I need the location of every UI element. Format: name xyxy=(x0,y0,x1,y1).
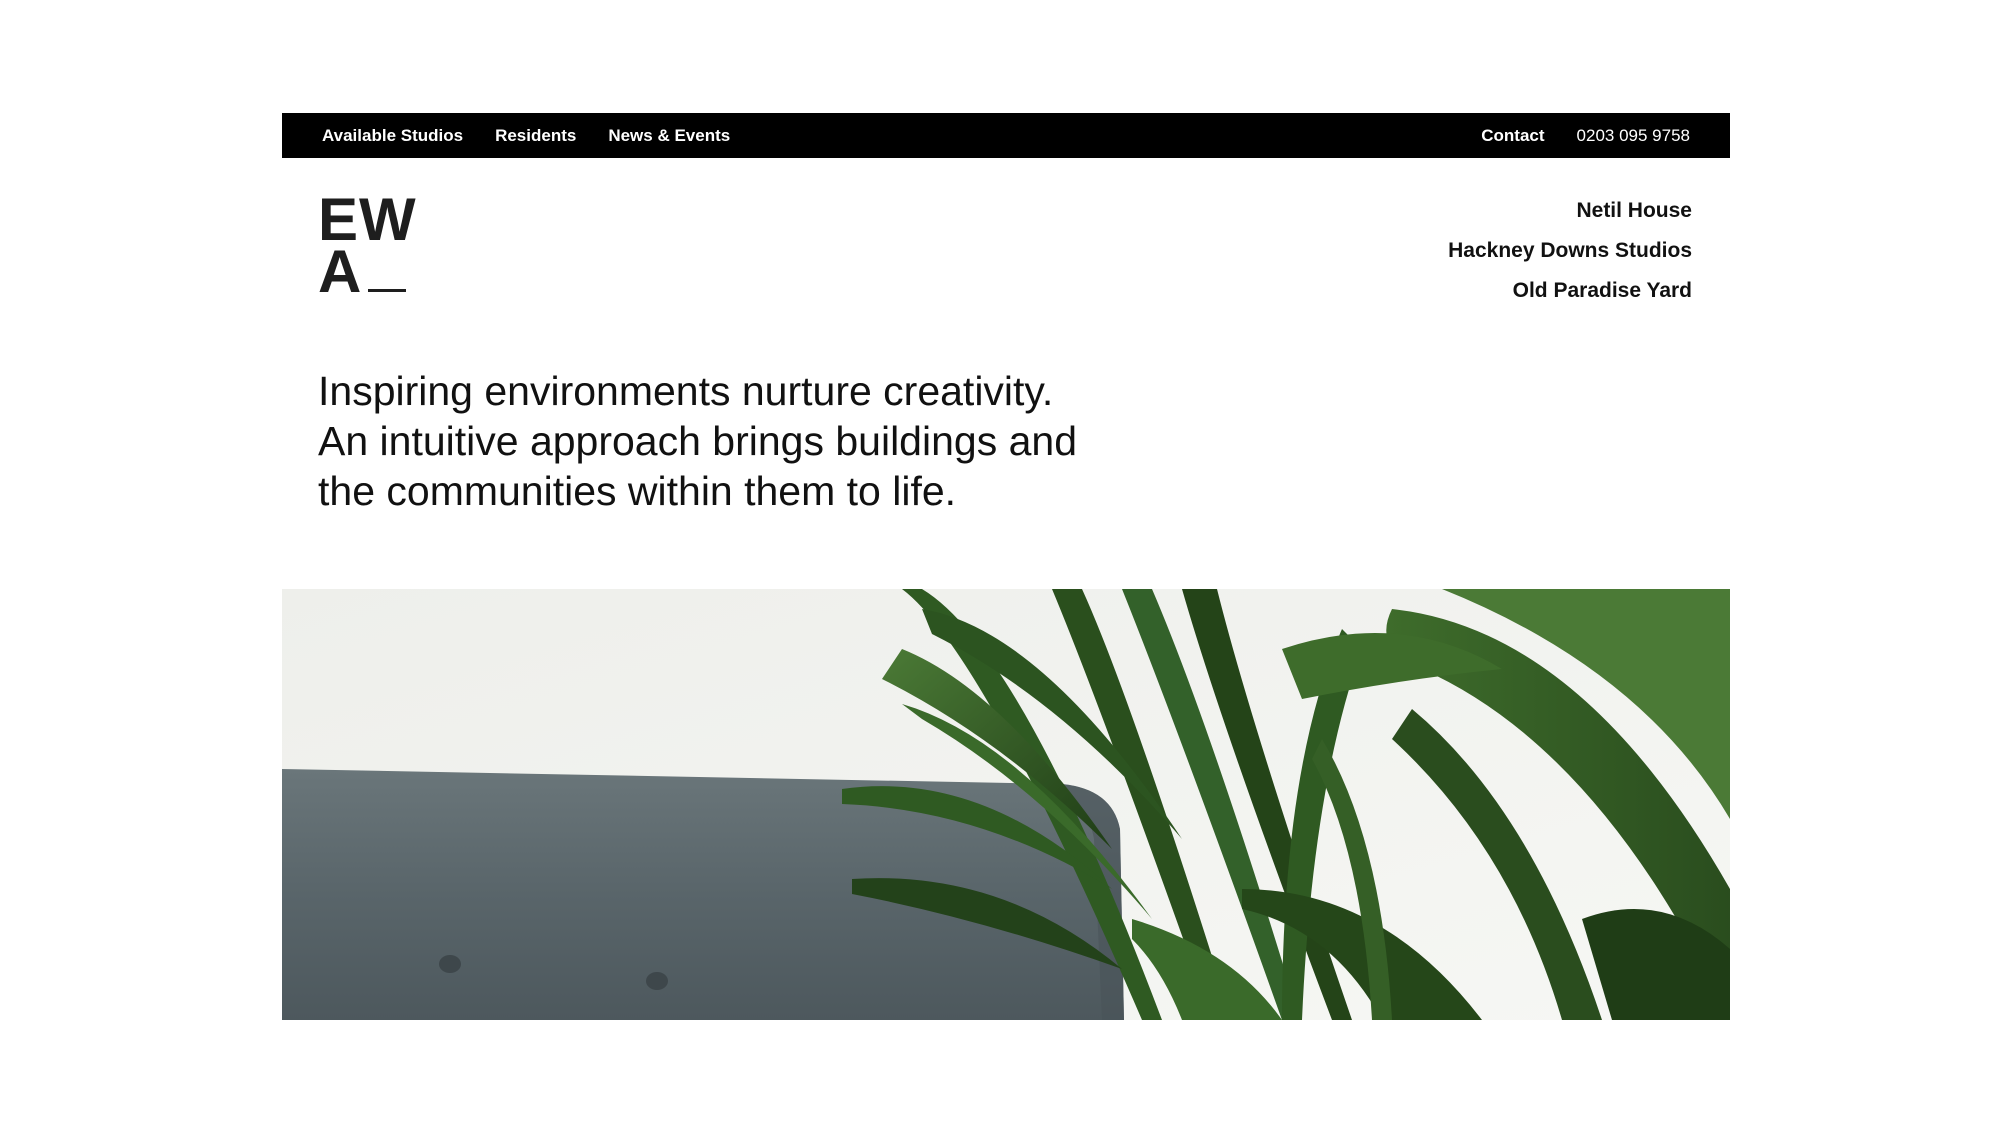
studio-link-netil-house[interactable]: Netil House xyxy=(1448,191,1692,231)
hero-illustration xyxy=(282,589,1730,1020)
studio-link-hackney-downs-studios[interactable]: Hackney Downs Studios xyxy=(1448,231,1692,271)
nav-available-studios[interactable]: Available Studios xyxy=(322,126,463,146)
ewa-logo[interactable]: EW A xyxy=(318,190,428,304)
sofa-cushion xyxy=(282,769,1124,1020)
logo-line-2: A xyxy=(318,242,428,302)
hero-image-sofa-and-plants xyxy=(282,589,1730,1020)
intro-statement: Inspiring environments nurture creativit… xyxy=(318,366,1138,516)
intro-line-3: the communities within them to life. xyxy=(318,468,957,514)
nav-residents[interactable]: Residents xyxy=(495,126,576,146)
logo-letter-a: A xyxy=(318,238,363,305)
nav-contact[interactable]: Contact xyxy=(1481,126,1544,146)
studio-link-old-paradise-yard[interactable]: Old Paradise Yard xyxy=(1448,271,1692,311)
page-frame: Available Studios Residents News & Event… xyxy=(282,113,1730,1020)
intro-line-1: Inspiring environments nurture creativit… xyxy=(318,368,1054,414)
studios-menu: Netil House Hackney Downs Studios Old Pa… xyxy=(1448,191,1692,311)
sofa-button-right xyxy=(646,972,668,990)
nav-news-events[interactable]: News & Events xyxy=(608,126,730,146)
primary-nav: Available Studios Residents News & Event… xyxy=(322,126,762,146)
sofa-button-left xyxy=(439,955,461,973)
top-navigation-bar: Available Studios Residents News & Event… xyxy=(282,113,1730,158)
intro-line-2: An intuitive approach brings buildings a… xyxy=(318,418,1078,464)
phone-number-link[interactable]: 0203 095 9758 xyxy=(1577,126,1690,146)
contact-nav: Contact 0203 095 9758 xyxy=(1449,126,1690,146)
logo-underscore xyxy=(368,289,407,292)
